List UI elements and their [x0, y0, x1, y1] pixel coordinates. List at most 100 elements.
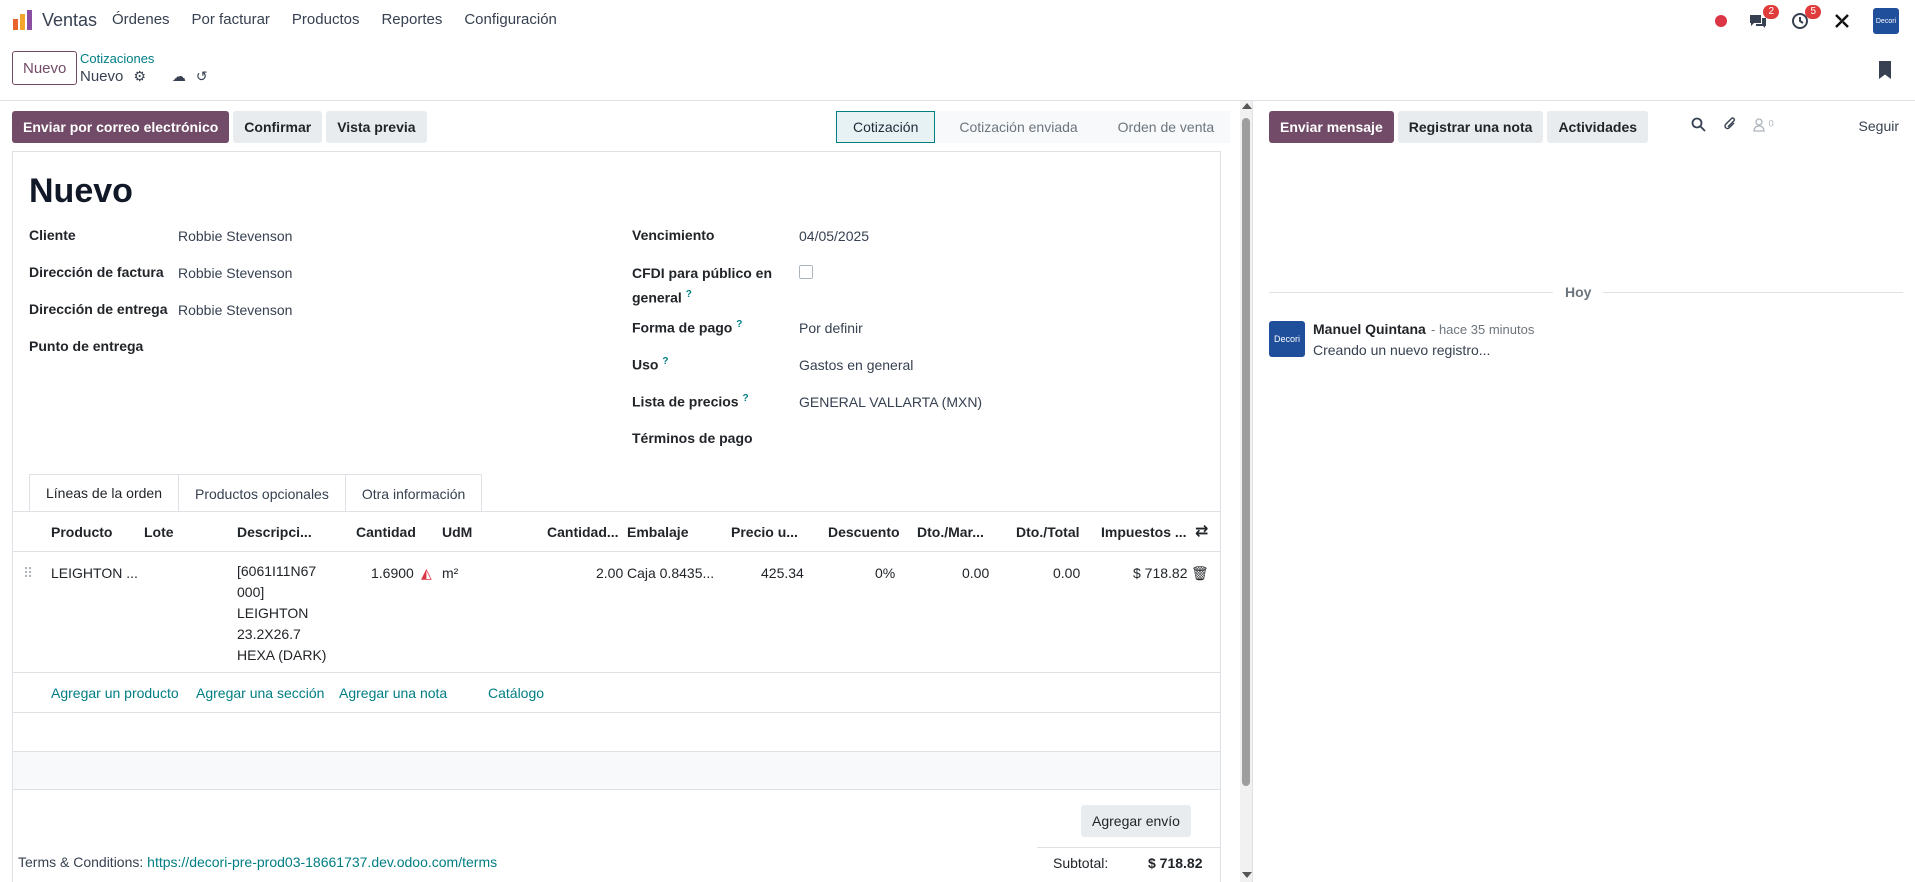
- menu-productos[interactable]: Productos: [292, 11, 360, 28]
- debug-tools-icon[interactable]: [1831, 10, 1853, 32]
- avatar[interactable]: Decori: [1269, 321, 1305, 357]
- invoice-address-field[interactable]: Robbie Stevenson: [178, 265, 292, 281]
- delivery-address-field[interactable]: Robbie Stevenson: [178, 302, 292, 318]
- col-impuestos[interactable]: Impuestos ...: [1101, 524, 1187, 540]
- search-icon[interactable]: [1691, 117, 1706, 136]
- delivery-point-field[interactable]: [178, 339, 478, 357]
- sales-app-icon[interactable]: [12, 9, 34, 31]
- gear-icon[interactable]: ⚙: [133, 68, 146, 85]
- menu-configuracion[interactable]: Configuración: [464, 11, 557, 28]
- send-message-button[interactable]: Enviar mensaje: [1269, 111, 1394, 143]
- col-cantidad-2[interactable]: Cantidad...: [547, 524, 619, 540]
- send-email-button[interactable]: Enviar por correo electrónico: [12, 111, 230, 143]
- row-udm[interactable]: m²: [442, 565, 458, 581]
- col-udm[interactable]: UdM: [442, 524, 472, 540]
- pricelist-field[interactable]: GENERAL VALLARTA (MXN): [799, 394, 982, 410]
- preview-button[interactable]: Vista previa: [326, 111, 427, 143]
- forecast-chart-icon[interactable]: ◭: [421, 565, 432, 582]
- col-descripcion[interactable]: Descripci...: [237, 524, 312, 540]
- usage-help-icon[interactable]: ?: [662, 356, 668, 367]
- terms-link[interactable]: https://decori-pre-prod03-18661737.dev.o…: [147, 854, 497, 870]
- app-name[interactable]: Ventas: [42, 10, 97, 31]
- drag-handle-icon[interactable]: ⠿: [23, 565, 33, 582]
- paperclip-icon[interactable]: [1722, 117, 1737, 136]
- add-product-link[interactable]: Agregar un producto: [51, 685, 179, 701]
- add-note-link[interactable]: Agregar una nota: [339, 685, 447, 701]
- row-dto-total[interactable]: 0.00: [1053, 565, 1080, 581]
- messages-icon[interactable]: 2: [1747, 5, 1779, 32]
- stage-orden-de-venta[interactable]: Orden de venta: [1093, 111, 1231, 143]
- row-dto-mar[interactable]: 0.00: [962, 565, 989, 581]
- col-lote[interactable]: Lote: [144, 524, 174, 540]
- row-descuento[interactable]: 0%: [875, 565, 895, 581]
- breadcrumb-current: Nuevo ⚙ ☁ ↺: [80, 68, 208, 85]
- row-descripcion[interactable]: [6061I11N67 000] LEIGHTON 23.2X26.7 HEXA…: [237, 561, 327, 666]
- message-author[interactable]: Manuel Quintana: [1313, 321, 1426, 337]
- follow-button[interactable]: Seguir: [1859, 118, 1899, 134]
- row-cantidad[interactable]: 1.6900: [371, 565, 414, 581]
- row-cantidad-2[interactable]: 2.00: [596, 565, 623, 581]
- expiration-field[interactable]: 04/05/2025: [799, 228, 869, 244]
- add-section-link[interactable]: Agregar una sección: [196, 685, 324, 701]
- col-precio[interactable]: Precio u...: [731, 524, 798, 540]
- menu-por-facturar[interactable]: Por facturar: [192, 11, 270, 28]
- usage-label: Uso ?: [632, 356, 669, 373]
- bookmark-icon[interactable]: [1879, 61, 1891, 79]
- payment-terms-field[interactable]: [799, 431, 1099, 449]
- breadcrumb-cotizaciones[interactable]: Cotizaciones: [80, 51, 154, 66]
- cfdi-checkbox[interactable]: [799, 265, 813, 279]
- scroll-up-icon[interactable]: [1242, 103, 1252, 109]
- scroll-down-icon[interactable]: [1242, 872, 1252, 878]
- tab-order-lines[interactable]: Líneas de la orden: [29, 474, 179, 512]
- scrollbar-thumb[interactable]: [1242, 118, 1250, 786]
- form-sheet: Nuevo Cliente Robbie Stevenson Dirección…: [12, 151, 1221, 882]
- followers-icon[interactable]: 0: [1753, 118, 1774, 135]
- empty-row: [13, 752, 1220, 790]
- systray: 2 5 Decori: [1715, 5, 1899, 34]
- recording-indicator-icon[interactable]: [1715, 15, 1727, 27]
- save-cloud-icon[interactable]: ☁: [172, 68, 186, 85]
- order-lines-header: Producto Lote Descripci... Cantidad UdM …: [13, 512, 1220, 552]
- add-shipping-button[interactable]: Agregar envío: [1081, 805, 1191, 837]
- user-avatar[interactable]: Decori: [1873, 8, 1899, 34]
- col-descuento[interactable]: Descuento: [828, 524, 900, 540]
- activities-badge: 5: [1805, 5, 1821, 19]
- pricelist-help-icon[interactable]: ?: [742, 393, 748, 404]
- tab-optional-products[interactable]: Productos opcionales: [177, 474, 346, 512]
- row-precio[interactable]: 425.34: [761, 565, 804, 581]
- customer-field[interactable]: Robbie Stevenson: [178, 228, 292, 244]
- table-row[interactable]: ⠿ LEIGHTON ... [6061I11N67 000] LEIGHTON…: [13, 553, 1220, 673]
- menu-reportes[interactable]: Reportes: [381, 11, 442, 28]
- col-cantidad[interactable]: Cantidad: [356, 524, 416, 540]
- row-embalaje[interactable]: Caja 0.8435...: [627, 565, 714, 581]
- cfdi-help-icon[interactable]: ?: [686, 289, 692, 300]
- col-dto-total[interactable]: Dto./Total: [1016, 524, 1080, 540]
- stage-cotizacion-enviada[interactable]: Cotización enviada: [935, 111, 1094, 143]
- stage-cotizacion[interactable]: Cotización: [836, 111, 945, 143]
- customer-label: Cliente: [29, 227, 76, 243]
- col-dto-mar[interactable]: Dto./Mar...: [917, 524, 984, 540]
- col-embalaje[interactable]: Embalaje: [627, 524, 688, 540]
- trash-icon[interactable]: 🗑: [1191, 565, 1209, 582]
- activities-clock-icon[interactable]: 5: [1789, 5, 1821, 32]
- payment-method-help-icon[interactable]: ?: [736, 319, 742, 330]
- catalog-link[interactable]: Catálogo: [488, 685, 544, 701]
- payment-method-field[interactable]: Por definir: [799, 320, 863, 336]
- menu-ordenes[interactable]: Órdenes: [112, 11, 170, 28]
- row-impuestos[interactable]: $ 718.82: [1133, 565, 1188, 581]
- col-producto[interactable]: Producto: [51, 524, 112, 540]
- usage-field[interactable]: Gastos en general: [799, 357, 913, 373]
- terms-conditions: Terms & Conditions: https://decori-pre-p…: [18, 854, 498, 870]
- log-note-button[interactable]: Registrar una nota: [1397, 111, 1544, 143]
- row-producto[interactable]: LEIGHTON ...: [51, 565, 138, 581]
- confirm-button[interactable]: Confirmar: [233, 111, 323, 143]
- tab-other-info[interactable]: Otra información: [344, 474, 483, 512]
- chatter-actions: Enviar mensaje Registrar una nota Activi…: [1269, 111, 1649, 143]
- discard-undo-icon[interactable]: ↺: [196, 68, 208, 85]
- column-settings-icon[interactable]: ⇄: [1195, 521, 1208, 541]
- delivery-address-label: Dirección de entrega: [29, 301, 168, 317]
- messages-badge: 2: [1763, 5, 1779, 19]
- activities-button[interactable]: Actividades: [1547, 111, 1649, 143]
- add-line-row: Agregar un producto Agregar una sección …: [13, 673, 1220, 713]
- new-button[interactable]: Nuevo: [12, 51, 78, 85]
